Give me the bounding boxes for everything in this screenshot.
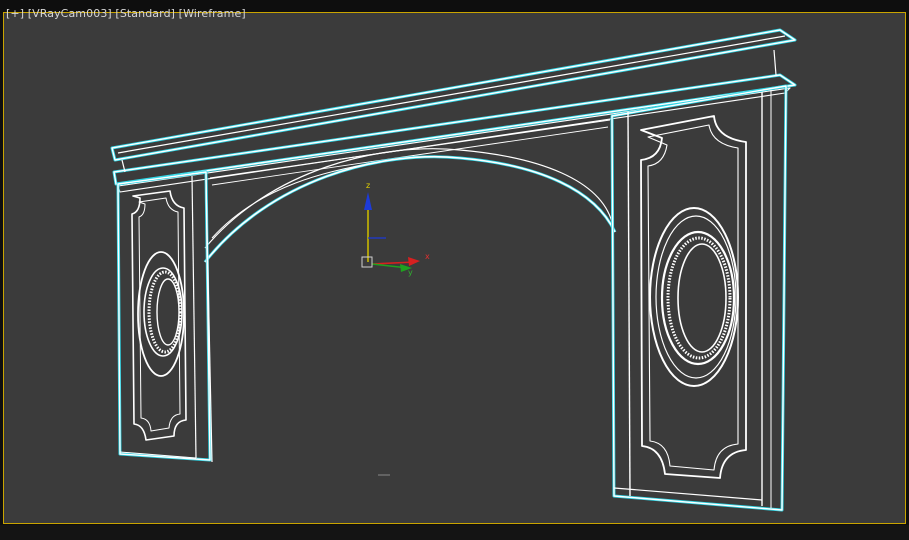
gizmo-x-label: x: [425, 252, 430, 261]
viewport-label: [+] [VRayCam003] [Standard] [Wireframe]: [6, 7, 246, 20]
camera-menu-button[interactable]: [VRayCam003]: [28, 7, 112, 20]
gizmo-y-label: y: [408, 268, 413, 277]
viewport-frame: [+] [VRayCam003] [Standard] [Wireframe]: [0, 0, 909, 540]
gizmo-z-arrow: [364, 192, 372, 210]
gizmo-z-label: z: [366, 181, 370, 190]
left-medallion[interactable]: [137, 251, 185, 377]
right-pillar[interactable]: [610, 84, 788, 512]
gizmo-pivot-box: [361, 256, 373, 268]
left-pillar[interactable]: [116, 170, 213, 463]
viewport-menu-button[interactable]: [+]: [6, 7, 24, 20]
right-medallion[interactable]: [649, 207, 739, 387]
gizmo-x-arrow: [408, 257, 420, 266]
viewport-bottom-strip: [0, 525, 909, 540]
arch-cornice[interactable]: [110, 28, 797, 193]
shading-menu-button[interactable]: [Standard]: [115, 7, 175, 20]
arch-curve[interactable]: [203, 148, 617, 263]
transform-gizmo[interactable]: z x y: [361, 181, 430, 277]
gizmo-x-axis: [371, 261, 416, 265]
scene-wireframe: z x y: [110, 28, 797, 512]
display-mode-menu-button[interactable]: [Wireframe]: [179, 7, 246, 20]
